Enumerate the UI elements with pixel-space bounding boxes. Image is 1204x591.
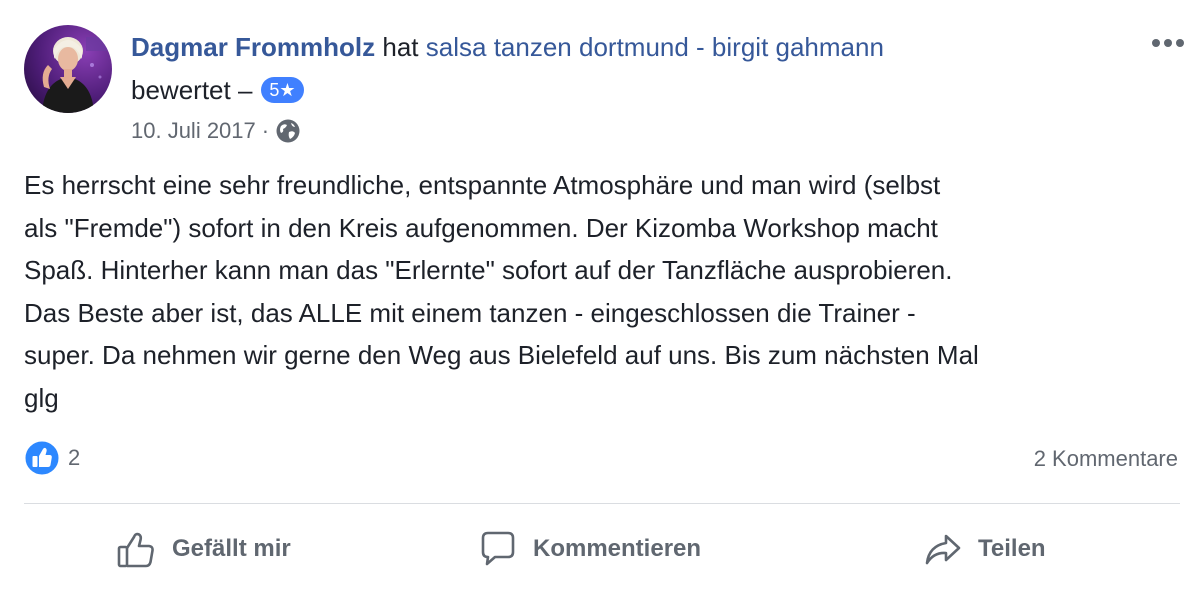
divider	[24, 503, 1180, 504]
action-suffix: bewertet –	[131, 75, 253, 105]
comments-count[interactable]: 2 Kommentare	[1034, 443, 1178, 475]
avatar-photo	[24, 25, 112, 113]
post-header: Dagmar Frommholz hat salsa tanzen dortmu…	[131, 28, 884, 66]
like-button[interactable]: Gefällt mir	[116, 522, 291, 576]
page-link[interactable]: salsa tanzen dortmund - birgit gahmann	[426, 32, 884, 62]
comment-button[interactable]: Kommentieren	[477, 522, 701, 576]
share-button[interactable]: Teilen	[922, 522, 1046, 576]
post-body: Es herrscht eine sehr freundliche, entsp…	[24, 170, 979, 413]
share-arrow-icon	[925, 534, 961, 565]
thumbs-up-icon	[117, 532, 154, 568]
avatar[interactable]	[24, 25, 112, 113]
comment-button-label: Kommentieren	[533, 535, 702, 562]
globe-icon[interactable]	[275, 118, 301, 144]
action-text: hat	[382, 32, 419, 62]
more-options-button[interactable]	[1148, 28, 1188, 56]
like-button-label: Gefällt mir	[172, 535, 291, 562]
share-button-label: Teilen	[978, 535, 1046, 562]
reaction-count[interactable]: 2	[68, 445, 80, 471]
post-meta: 10. Juli 2017 ·	[131, 114, 301, 148]
comment-bubble-icon	[481, 531, 515, 566]
rating-badge: 5★	[261, 77, 304, 103]
post-header-continuation: bewertet – 5★	[131, 71, 304, 109]
post-date[interactable]: 10. Juli 2017	[131, 114, 256, 148]
more-dots-icon	[1152, 39, 1184, 47]
reaction-summary[interactable]: 2	[24, 440, 80, 476]
like-icon	[24, 440, 60, 476]
author-name[interactable]: Dagmar Frommholz	[131, 32, 375, 62]
meta-separator: ·	[261, 118, 270, 143]
